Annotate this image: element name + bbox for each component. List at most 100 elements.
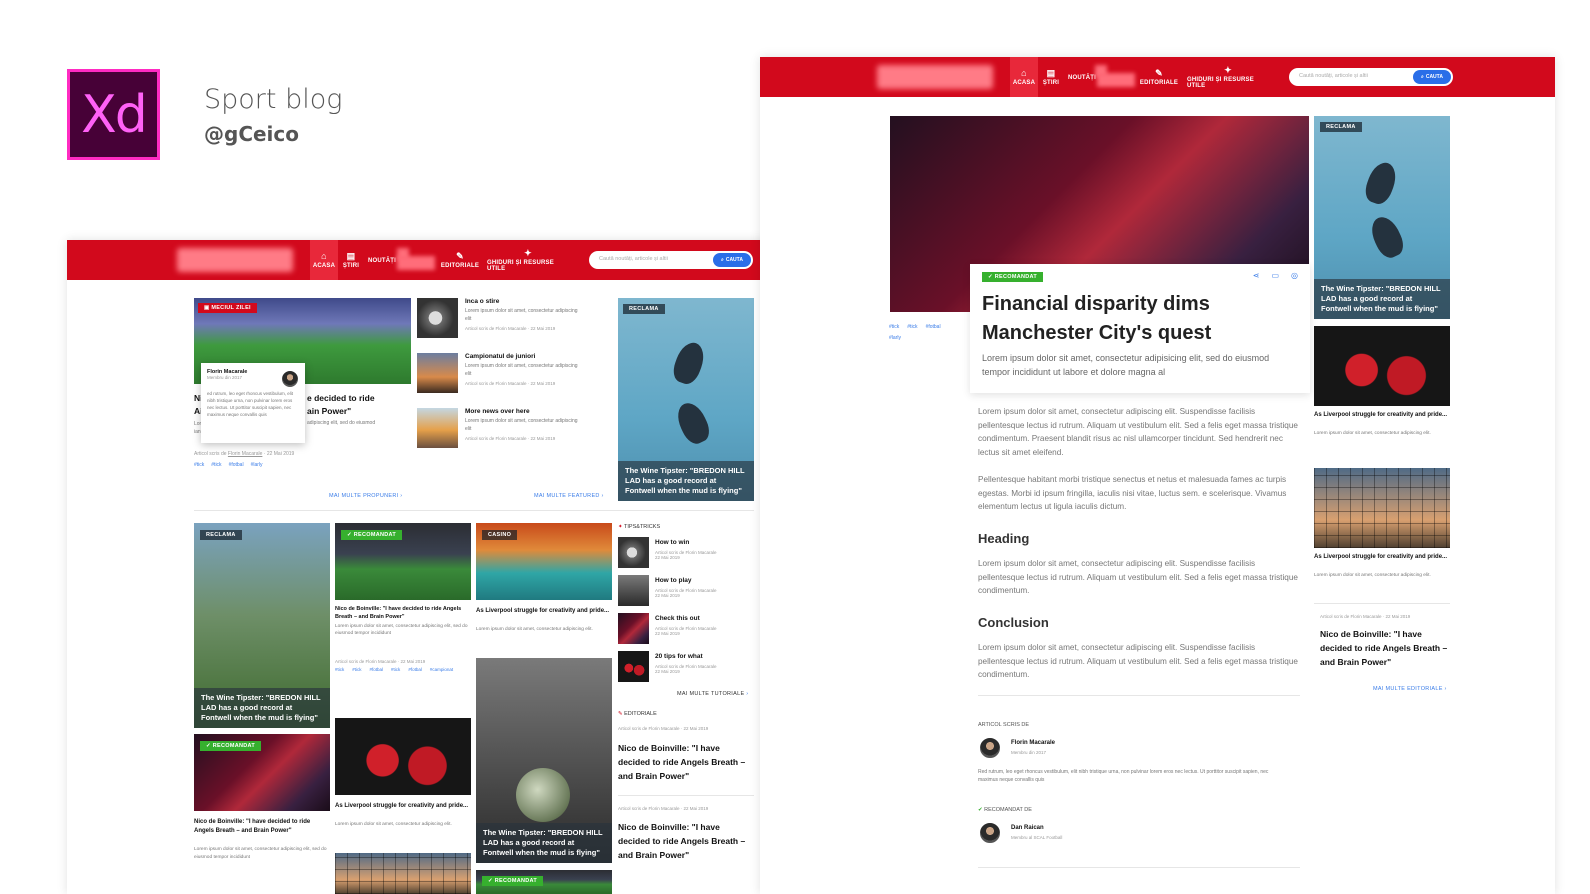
tag-link[interactable]: #larly bbox=[251, 462, 263, 468]
card-title[interactable]: Nico de Boinville: "I have decided to ri… bbox=[335, 605, 469, 621]
site-logo-blurred[interactable] bbox=[177, 248, 293, 272]
search-input[interactable]: Caută noutăți, articole și altii bbox=[1299, 73, 1368, 79]
avatar[interactable] bbox=[979, 737, 1001, 759]
nav-item-acasa[interactable]: ⌂ ACASA bbox=[1010, 57, 1038, 97]
chevron-right-icon: › bbox=[1444, 686, 1447, 692]
tag-link[interactable]: #tick bbox=[352, 667, 361, 672]
search-button[interactable]: ⌕ CAUTA bbox=[1413, 70, 1451, 84]
ad-caption: The Wine Tipster: "BREDON HILL LAD has a… bbox=[618, 461, 754, 501]
tip-thumb[interactable] bbox=[618, 575, 649, 606]
more-proposals-link[interactable]: MAI MULTE PROPUNERI › bbox=[329, 493, 402, 499]
card-body: Lorem ipsum dolor sit amet, consectetur … bbox=[335, 624, 468, 636]
tag-link[interactable]: #fotbal bbox=[370, 667, 384, 672]
tag-reclama: RECLAMA bbox=[1320, 122, 1362, 132]
ad-banner[interactable]: The Wine Tipster: "BREDON HILL LAD has a… bbox=[1314, 116, 1450, 319]
list-item[interactable]: Campionatul de juniori Lorem ipsum dolor… bbox=[465, 353, 583, 386]
book-icon: ✎ bbox=[1155, 68, 1163, 78]
search-input[interactable]: Caută noutăți, articole și altii bbox=[599, 256, 668, 262]
tag-casino: CASINO bbox=[482, 530, 518, 540]
tip-meta: 22 Mai 2019 bbox=[655, 555, 680, 560]
nav-label: GHIDURI ȘI RESURSE UTILE bbox=[487, 260, 554, 272]
nav-item-editoriale[interactable]: ✎ EDITORIALE bbox=[1140, 57, 1178, 97]
nav-item-acasa[interactable]: ⌂ ACASA bbox=[310, 240, 338, 280]
tag-link[interactable]: #fotbal bbox=[926, 322, 941, 333]
tip-item[interactable]: 20 tips for what Articol scris de Florin … bbox=[655, 653, 717, 674]
list-thumb-ball[interactable] bbox=[417, 298, 458, 338]
news-icon: ▤ bbox=[346, 251, 356, 261]
list-item[interactable]: More news over here Lorem ipsum dolor si… bbox=[465, 408, 583, 441]
ad-player-card[interactable]: The Wine Tipster: "BREDON HILL LAD has a… bbox=[194, 523, 330, 728]
card-title[interactable]: As Liverpool struggle for creativity and… bbox=[1314, 411, 1448, 420]
tag-recomandat: ✓ RECOMANDAT bbox=[200, 741, 262, 751]
more-tutorials-link[interactable]: MAI MULTE TUTORIALE › bbox=[677, 691, 748, 697]
nav-item-noutati[interactable]: NOUTĂȚI bbox=[365, 240, 399, 280]
featured-title[interactable]: e decided to ride ain Power" bbox=[307, 392, 375, 418]
list-thumb-player[interactable] bbox=[417, 408, 458, 448]
comment-icon[interactable]: ▭ bbox=[1271, 271, 1279, 280]
card-title[interactable]: Nico de Boinville: "I have decided to ri… bbox=[194, 818, 328, 835]
dice-image[interactable] bbox=[1314, 326, 1450, 406]
ad-banner[interactable]: The Wine Tipster: "BREDON HILL LAD has a… bbox=[618, 298, 754, 501]
author-since: Membru din 2017 bbox=[1011, 750, 1047, 755]
nav-item-ghiduri[interactable]: ✦ GHIDURI ȘI RESURSE UTILE bbox=[1187, 57, 1269, 97]
card-title[interactable]: As Liverpool struggle for creativity and… bbox=[335, 802, 469, 811]
recommender-name[interactable]: Dan Raican bbox=[1011, 825, 1044, 831]
bookmark-icon[interactable]: ◎ bbox=[1291, 271, 1298, 280]
search-bar[interactable]: Caută noutăți, articole și altii ⌕ CAUTA bbox=[1289, 68, 1453, 86]
link-label: MAI MULTE TUTORIALE bbox=[677, 691, 745, 697]
goal-net-image[interactable] bbox=[335, 853, 471, 894]
ad-caption: The Wine Tipster: "BREDON HILL LAD has a… bbox=[476, 823, 612, 863]
nav-item-ghiduri[interactable]: ✦ GHIDURI ȘI RESURSE UTILE bbox=[487, 240, 569, 280]
editorial-title[interactable]: Nico de Boinville: "I have decided to ri… bbox=[1320, 627, 1450, 669]
nav-item-editoriale[interactable]: ✎ EDITORIALE bbox=[441, 240, 479, 280]
goal-net-image[interactable] bbox=[1314, 468, 1450, 548]
check-icon: ✓ bbox=[488, 878, 495, 884]
card-meta: Articol scris de Florin Macarale · 22 Ma… bbox=[335, 659, 426, 664]
meta-date: · 22 Mai 2019 bbox=[263, 451, 295, 457]
list-item[interactable]: Inca o stire Lorem ipsum dolor sit amet,… bbox=[465, 298, 583, 331]
author-link[interactable]: Florin Macarale bbox=[228, 451, 262, 457]
tip-thumb[interactable] bbox=[618, 537, 649, 568]
tip-item[interactable]: Check this out Articol scris de Florin Ma… bbox=[655, 615, 717, 636]
card-title[interactable]: As Liverpool struggle for creativity and… bbox=[476, 607, 610, 616]
nav-label: NOUTĂȚI bbox=[1067, 75, 1097, 81]
card-title[interactable]: As Liverpool struggle for creativity and… bbox=[1314, 553, 1448, 562]
tag-link[interactable]: #tick bbox=[335, 667, 344, 672]
soccer-ball-card[interactable]: The Wine Tipster: "BREDON HILL LAD has a… bbox=[476, 658, 612, 863]
nav-item-stiri[interactable]: ▤ ȘTIRI bbox=[341, 240, 361, 280]
tag-link[interactable]: #fotbal bbox=[408, 667, 422, 672]
tip-item[interactable]: How to win Articol scris de Florin Macara… bbox=[655, 539, 717, 560]
avatar[interactable] bbox=[979, 822, 1001, 844]
tag-link[interactable]: #campionat bbox=[430, 667, 453, 672]
author-name[interactable]: Florin Macarale bbox=[1011, 740, 1055, 746]
tip-item[interactable]: How to play Articol scris de Florin Macar… bbox=[655, 577, 717, 598]
share-icon[interactable]: ⋖ bbox=[1253, 271, 1260, 280]
tag-link[interactable]: #tick bbox=[391, 667, 400, 672]
editorial-title[interactable]: Nico de Boinville: "I have decided to ri… bbox=[618, 820, 750, 862]
more-editorials-link[interactable]: MAI MULTE EDITORIALE › bbox=[1373, 686, 1447, 692]
search-button[interactable]: ⌕ CAUTA bbox=[713, 253, 751, 267]
section-title: EDITORIALE bbox=[624, 711, 657, 717]
nav-item-noutati[interactable]: NOUTĂȚI bbox=[1065, 57, 1099, 97]
tag-link[interactable]: #tick bbox=[211, 462, 221, 468]
nav-label: EDITORIALE bbox=[440, 263, 480, 269]
tag-label: RECOMANDAT bbox=[353, 532, 397, 538]
popover-bio: ed rutrum, leo eget rhoncus vestibulum, … bbox=[207, 391, 294, 417]
dice-image[interactable] bbox=[335, 718, 471, 795]
tag-link[interactable]: #tick bbox=[889, 322, 899, 333]
tip-thumb[interactable] bbox=[618, 651, 649, 682]
site-logo-blurred[interactable] bbox=[877, 65, 993, 89]
tag-link[interactable]: #fotbal bbox=[229, 462, 244, 468]
nav-item-stiri[interactable]: ▤ ȘTIRI bbox=[1041, 57, 1061, 97]
tag-link[interactable]: #larly bbox=[889, 333, 901, 344]
card-body: Lorem ipsum dolor sit amet, consectetur … bbox=[476, 627, 593, 632]
article-title-card: ✓ RECOMANDAT ⋖ ▭ ◎ Financial disparity dim… bbox=[970, 264, 1310, 393]
editorial-title[interactable]: Nico de Boinville: "I have decided to ri… bbox=[618, 741, 750, 783]
tag-link[interactable]: #tick bbox=[907, 322, 917, 333]
more-featured-link[interactable]: MAI MULTE FEATURED › bbox=[534, 493, 604, 499]
search-bar[interactable]: Caută noutăți, articole și altii ⌕ CAUTA bbox=[589, 251, 753, 269]
tag-link[interactable]: #tick bbox=[194, 462, 204, 468]
nav-label: NOUTĂȚI bbox=[367, 258, 397, 264]
list-thumb-sunset[interactable] bbox=[417, 353, 458, 393]
tip-thumb[interactable] bbox=[618, 613, 649, 644]
